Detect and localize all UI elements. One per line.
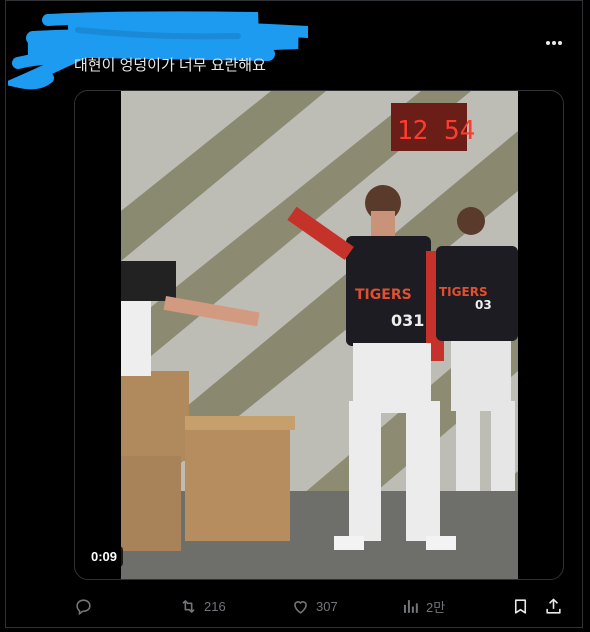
- views-button[interactable]: 2만: [401, 592, 445, 620]
- share-icon: [546, 598, 561, 614]
- like-icon: [294, 600, 307, 614]
- action-bar: 216 307 2만: [74, 592, 572, 620]
- retweet-button[interactable]: 216: [179, 592, 226, 620]
- views-icon: [403, 599, 418, 613]
- reply-button[interactable]: [74, 592, 99, 620]
- bookmark-button[interactable]: [511, 592, 530, 620]
- like-count: 307: [316, 598, 338, 614]
- svg-text:TIGERS: TIGERS: [355, 287, 412, 303]
- svg-text:031: 031: [391, 311, 424, 330]
- more-options-button[interactable]: [536, 30, 572, 56]
- video-player[interactable]: 12 54 TIGERS 031 TIGERS 03 0:09: [74, 90, 564, 580]
- reply-icon: [76, 598, 91, 615]
- like-button[interactable]: 307: [291, 592, 338, 620]
- redaction-scribble: [8, 11, 308, 90]
- svg-text:TIGERS: TIGERS: [439, 285, 488, 299]
- svg-text:03: 03: [475, 298, 492, 312]
- video-frame: 12 54 TIGERS 031 TIGERS 03: [121, 91, 518, 579]
- divider: [5, 0, 583, 1]
- bookmark-icon: [514, 598, 527, 614]
- video-timestamp: 0:09: [85, 546, 124, 567]
- more-icon: [546, 41, 562, 45]
- svg-text:12 54: 12 54: [397, 116, 475, 146]
- share-button[interactable]: [544, 592, 563, 620]
- tweet-text: 대현이 엉덩이가 너무 요란해요: [74, 57, 266, 74]
- retweet-count: 216: [204, 598, 226, 614]
- retweet-icon: [182, 599, 195, 613]
- view-count: 2만: [426, 599, 446, 615]
